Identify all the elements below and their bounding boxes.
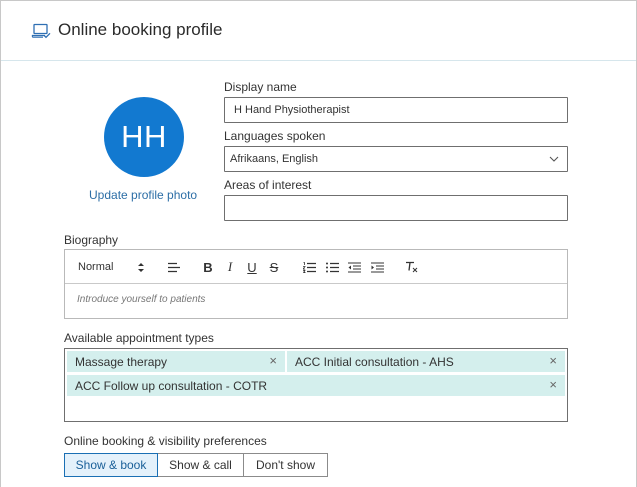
ordered-list-button[interactable] [302,260,316,274]
strikethrough-button[interactable]: S [268,259,280,275]
ordered-list-icon [302,261,316,273]
appointment-tag: ACC Initial consultation - AHS × [287,351,565,372]
languages-value: Afrikaans, English [230,153,319,165]
languages-select[interactable]: Afrikaans, English [224,146,568,172]
align-icon [168,262,180,272]
text-style-select[interactable]: Normal [78,260,144,274]
dont-show-option[interactable]: Don't show [243,453,328,477]
appointment-types-label: Available appointment types [64,331,214,345]
display-name-value: H Hand Physiotherapist [234,104,350,116]
biography-placeholder: Introduce yourself to patients [77,294,206,305]
display-name-field[interactable]: H Hand Physiotherapist [224,97,568,123]
text-style-value: Normal [78,261,114,273]
option-label: Show & call [169,458,232,472]
areas-label: Areas of interest [224,178,312,192]
underline-button[interactable]: U [246,259,258,275]
bold-icon: B [203,259,213,275]
outdent-icon [347,261,361,273]
tag-label: ACC Initial consultation - AHS [295,354,454,369]
visibility-label: Online booking & visibility preferences [64,434,267,448]
option-label: Don't show [256,458,315,472]
bold-button[interactable]: B [202,259,214,275]
strikethrough-icon: S [269,259,279,275]
clear-format-icon [405,261,417,273]
up-down-arrows-icon [138,263,144,272]
appointment-types-field[interactable]: Massage therapy × ACC Initial consultati… [64,348,568,422]
biography-label: Biography [64,233,119,247]
areas-of-interest-field[interactable] [224,195,568,221]
remove-tag-icon[interactable]: × [549,354,557,367]
align-button[interactable] [167,260,181,274]
italic-icon: I [227,259,233,274]
update-profile-photo-link[interactable]: Update profile photo [89,188,197,202]
appointment-tag: ACC Follow up consultation - COTR × [67,375,565,396]
chevron-down-icon [549,156,559,162]
languages-label: Languages spoken [224,129,326,143]
underline-icon: U [247,259,257,275]
avatar[interactable]: HH [104,97,184,177]
appointment-tag: Massage therapy × [67,351,285,372]
display-name-label: Display name [224,80,297,94]
italic-button[interactable]: I [224,259,236,274]
show-and-book-option[interactable]: Show & book [64,453,158,477]
remove-tag-icon[interactable]: × [269,354,277,367]
indent-icon [370,261,384,273]
show-and-call-option[interactable]: Show & call [157,453,244,477]
bullet-list-icon [325,262,339,272]
panel-header: Online booking profile [1,1,636,61]
tag-label: Massage therapy [75,354,168,369]
page-title: Online booking profile [58,20,223,39]
tag-label: ACC Follow up consultation - COTR [75,378,268,393]
indent-button[interactable] [370,260,384,274]
outdent-button[interactable] [347,260,361,274]
remove-tag-icon[interactable]: × [549,378,557,391]
editor-toolbar: Normal B I U S [65,250,567,284]
biography-editor[interactable]: Normal B I U S Introduce yourself to pat… [64,249,568,319]
clear-format-button[interactable] [404,260,418,274]
laptop-check-icon [31,23,51,39]
option-label: Show & book [75,458,147,472]
bullet-list-button[interactable] [325,260,339,274]
